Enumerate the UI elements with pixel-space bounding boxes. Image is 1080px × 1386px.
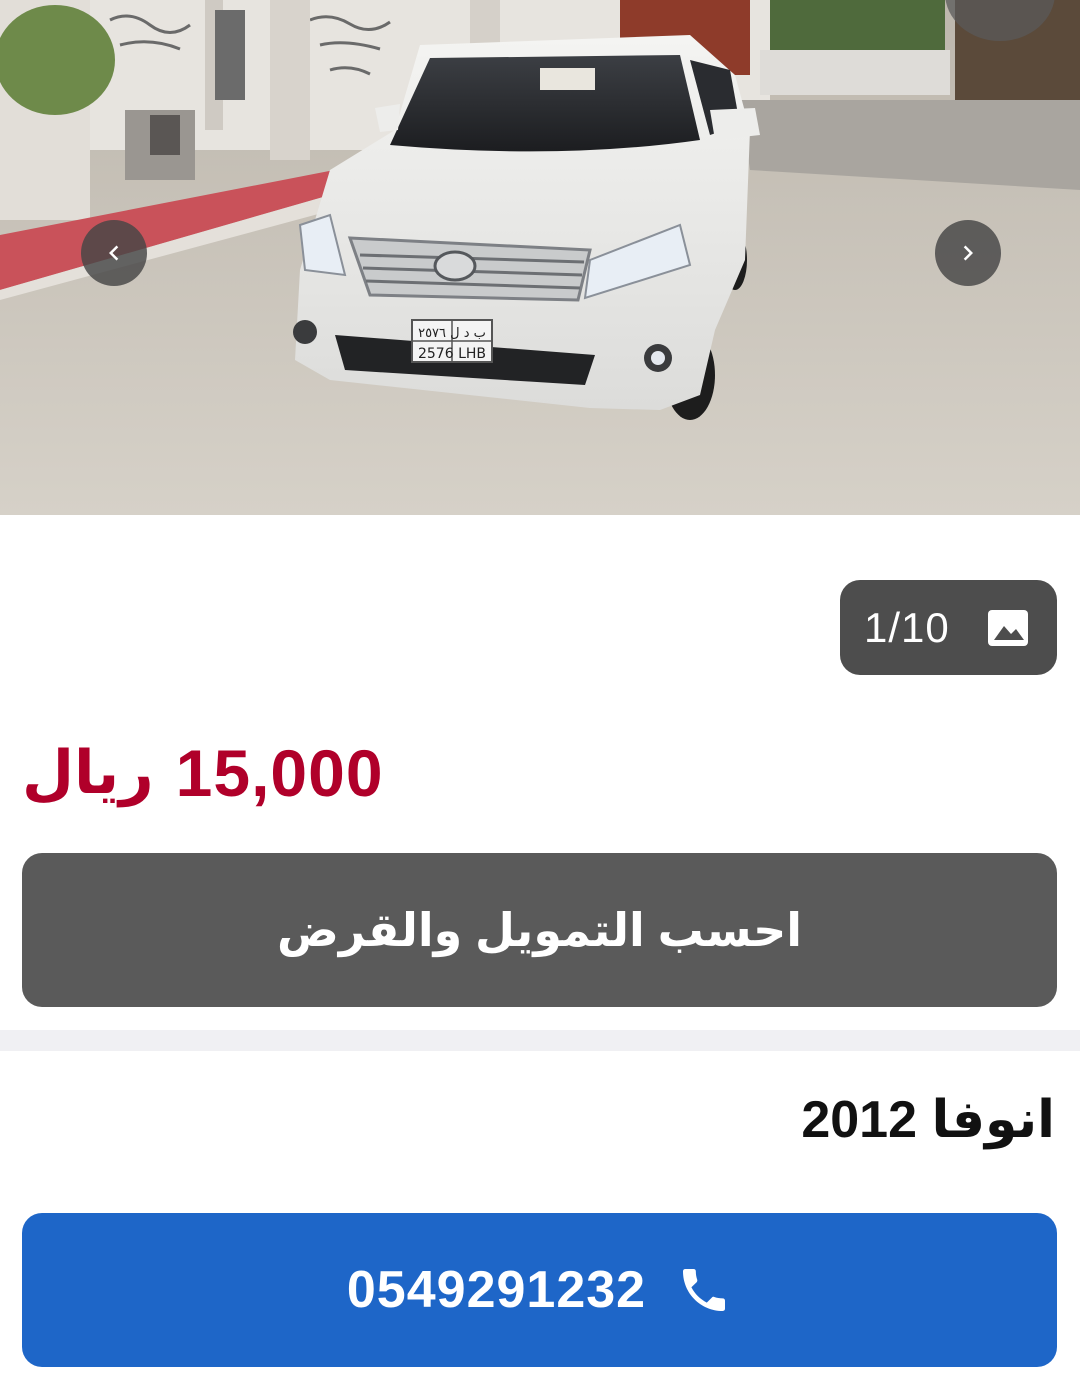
chevron-right-icon (963, 245, 973, 261)
photo-gallery[interactable]: ب د ل ٢٥٧٦ 2576 LHB (0, 0, 1080, 515)
plate-bottom-text: 2576 LHB (418, 346, 486, 362)
photo-counter-text: 1/10 (864, 603, 950, 651)
call-seller-button[interactable]: 0549291232 (22, 1213, 1057, 1367)
price: ريال 15,000 (22, 728, 384, 818)
section-divider (0, 1030, 1080, 1051)
image-icon (988, 609, 1028, 646)
price-currency: ريال (22, 739, 154, 806)
calculate-finance-button[interactable]: احسب التمويل والقرض (22, 853, 1057, 1007)
next-photo-button[interactable] (935, 220, 1001, 286)
chevron-left-icon (109, 245, 119, 261)
listing-title: انوفا 2012 (801, 1091, 1055, 1149)
price-amount: 15,000 (175, 736, 384, 810)
previous-photo-button[interactable] (81, 220, 147, 286)
car-photo: ب د ل ٢٥٧٦ 2576 LHB (0, 0, 1080, 515)
photo-counter-badge[interactable]: 1/10 (840, 580, 1057, 675)
phone-number: 0549291232 (346, 1261, 647, 1319)
plate-top-text: ب د ل ٢٥٧٦ (418, 326, 486, 341)
phone-icon (683, 1269, 726, 1311)
